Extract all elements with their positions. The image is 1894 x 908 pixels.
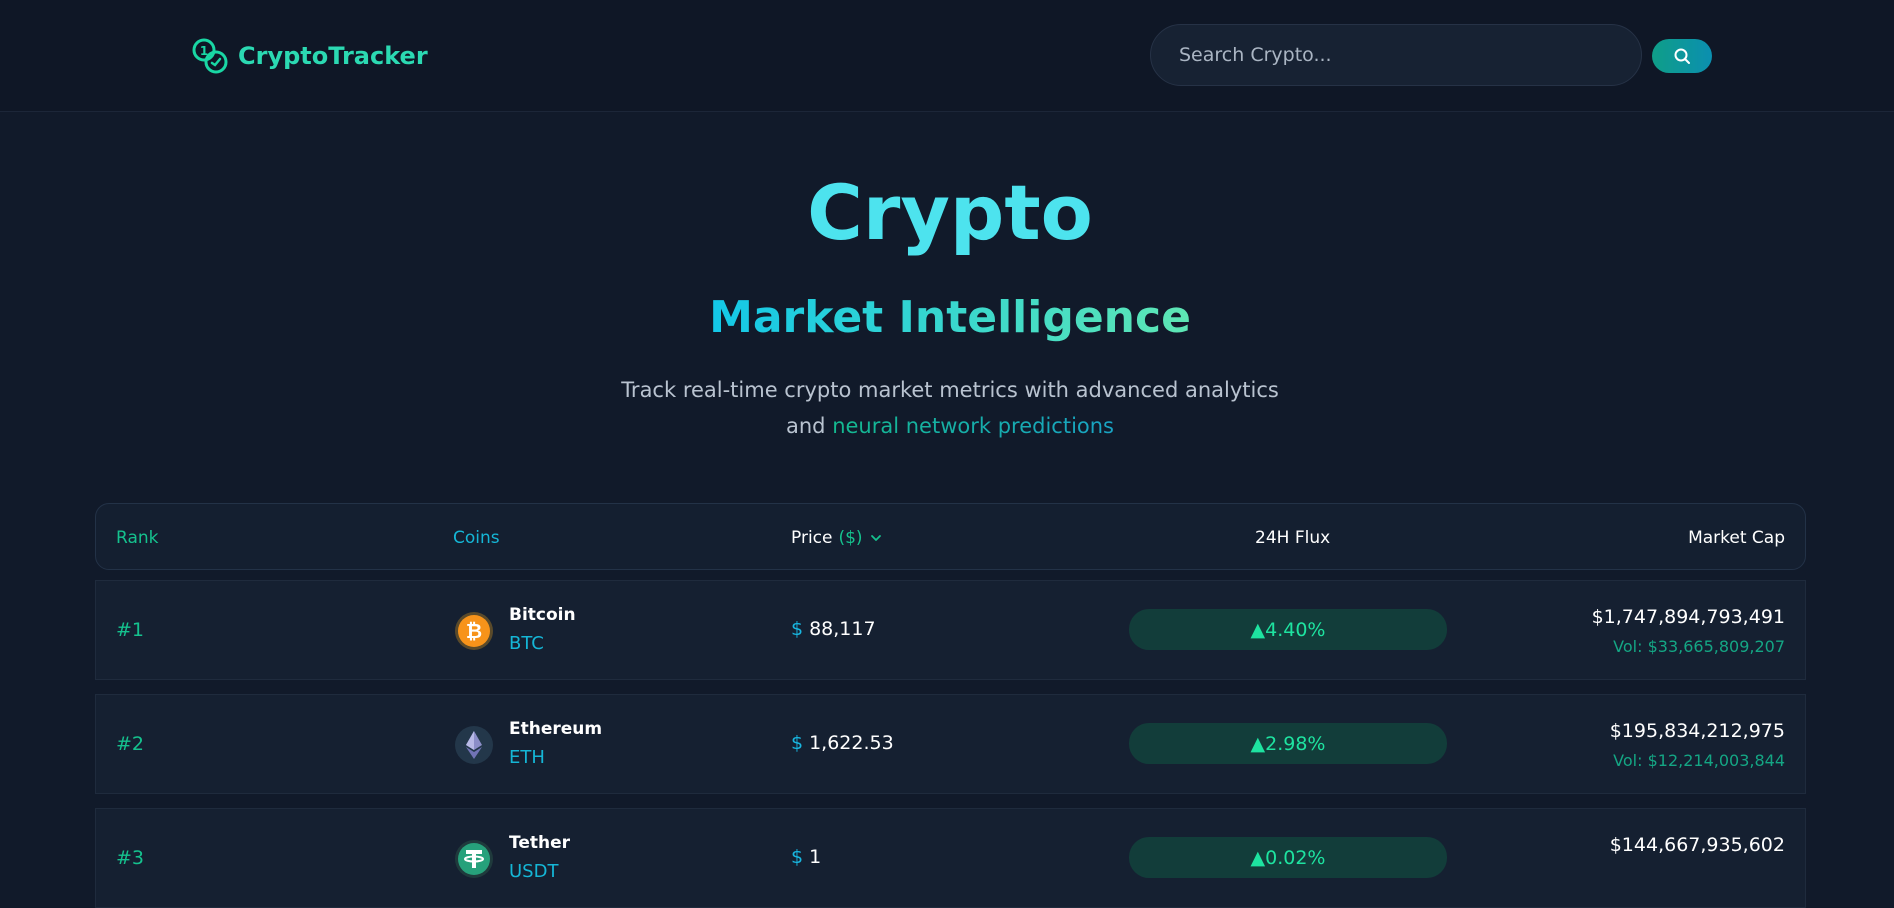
- volume-value: Vol: $33,665,809,207: [1613, 637, 1785, 656]
- ethereum-icon: [455, 726, 493, 764]
- search-button[interactable]: [1652, 39, 1712, 73]
- hero-title: Crypto: [807, 168, 1093, 257]
- flux-badge: ▲2.98%: [1129, 723, 1447, 764]
- market-cap-value: $1,747,894,793,491: [1591, 606, 1785, 628]
- column-header-coins: Coins: [453, 528, 500, 548]
- flux-badge: ▲0.02%: [1129, 837, 1447, 878]
- table-row[interactable]: #1 ₿ Bitcoin BTC $88,117 ▲4.40% $1,747,8…: [95, 580, 1806, 680]
- table-row[interactable]: #3 Tether USDT $1 ▲0.02% $144,667,935,60…: [95, 808, 1806, 908]
- column-header-flux: 24H Flux: [1255, 528, 1331, 548]
- coin-symbol: USDT: [509, 861, 559, 882]
- currency-symbol: $: [791, 732, 804, 754]
- coin-symbol: BTC: [509, 633, 544, 654]
- coin-symbol: ETH: [509, 747, 545, 768]
- tether-icon: [455, 840, 493, 878]
- flux-badge: ▲4.40%: [1129, 609, 1447, 650]
- currency-symbol: $: [791, 846, 804, 868]
- price-value: 88,117: [809, 618, 876, 640]
- market-cap-value: $144,667,935,602: [1609, 834, 1785, 856]
- coin-name: Ethereum: [509, 719, 603, 739]
- currency-unit-selector[interactable]: ($): [838, 528, 862, 548]
- volume-value: Vol: $12,214,003,844: [1613, 751, 1785, 770]
- search-box: [1150, 24, 1642, 86]
- price-value: 1,622.53: [809, 732, 894, 754]
- price-value: 1: [809, 846, 822, 868]
- coins-icon: 1: [192, 38, 228, 74]
- price-cell: $1,622.53: [791, 732, 894, 754]
- hero-description: Track real-time crypto market metrics wi…: [0, 372, 1894, 444]
- table-header: Rank Coins Price ($) 24H Flux Market Cap: [95, 503, 1806, 570]
- column-header-rank: Rank: [116, 528, 159, 548]
- svg-text:₿: ₿: [466, 619, 482, 643]
- rank-cell: #1: [116, 619, 145, 641]
- currency-symbol: $: [791, 618, 804, 640]
- logo-text: CryptoTracker: [238, 42, 428, 70]
- hero-desc-accent: neural network predictions: [832, 414, 1114, 438]
- search-icon: [1674, 48, 1690, 64]
- hero-subtitle: Market Intelligence: [0, 288, 1894, 348]
- bitcoin-icon: ₿: [455, 612, 493, 650]
- rank-cell: #3: [116, 847, 145, 869]
- coin-name: Tether: [509, 833, 571, 853]
- price-cell: $1: [791, 846, 821, 868]
- coin-name: Bitcoin: [509, 605, 576, 625]
- hero-desc-prefix: and: [785, 414, 826, 438]
- price-cell: $88,117: [791, 618, 876, 640]
- table-row[interactable]: #2 Ethereum ETH $1,622.53 ▲2.98% $195,83…: [95, 694, 1806, 794]
- hero-desc-line2: and neural network predictions: [0, 408, 1894, 444]
- logo[interactable]: 1 CryptoTracker: [190, 36, 428, 76]
- search-input[interactable]: [1151, 25, 1641, 85]
- market-cap-value: $195,834,212,975: [1609, 720, 1785, 742]
- column-header-price[interactable]: Price ($): [791, 528, 883, 548]
- hero-subtitle-text: Market Intelligence: [709, 292, 1191, 343]
- chevron-down-icon[interactable]: [869, 531, 883, 545]
- price-header-label: Price: [791, 528, 833, 548]
- rank-cell: #2: [116, 733, 145, 755]
- column-header-market-cap: Market Cap: [1688, 528, 1785, 548]
- top-navbar: 1 CryptoTracker: [0, 0, 1894, 112]
- hero-desc-line1: Track real-time crypto market metrics wi…: [621, 378, 1279, 402]
